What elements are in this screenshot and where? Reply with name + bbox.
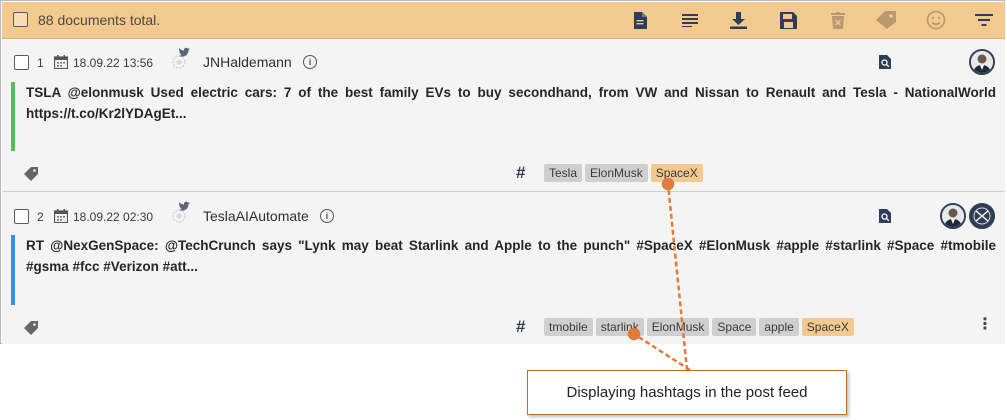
callout-text: Displaying hashtags in the post feed <box>566 384 808 401</box>
callout-arrow-2 <box>627 327 691 372</box>
callout-arrow-1 <box>661 177 689 371</box>
callout-arrows <box>627 177 691 372</box>
callout-box: Displaying hashtags in the post feed <box>527 370 847 415</box>
